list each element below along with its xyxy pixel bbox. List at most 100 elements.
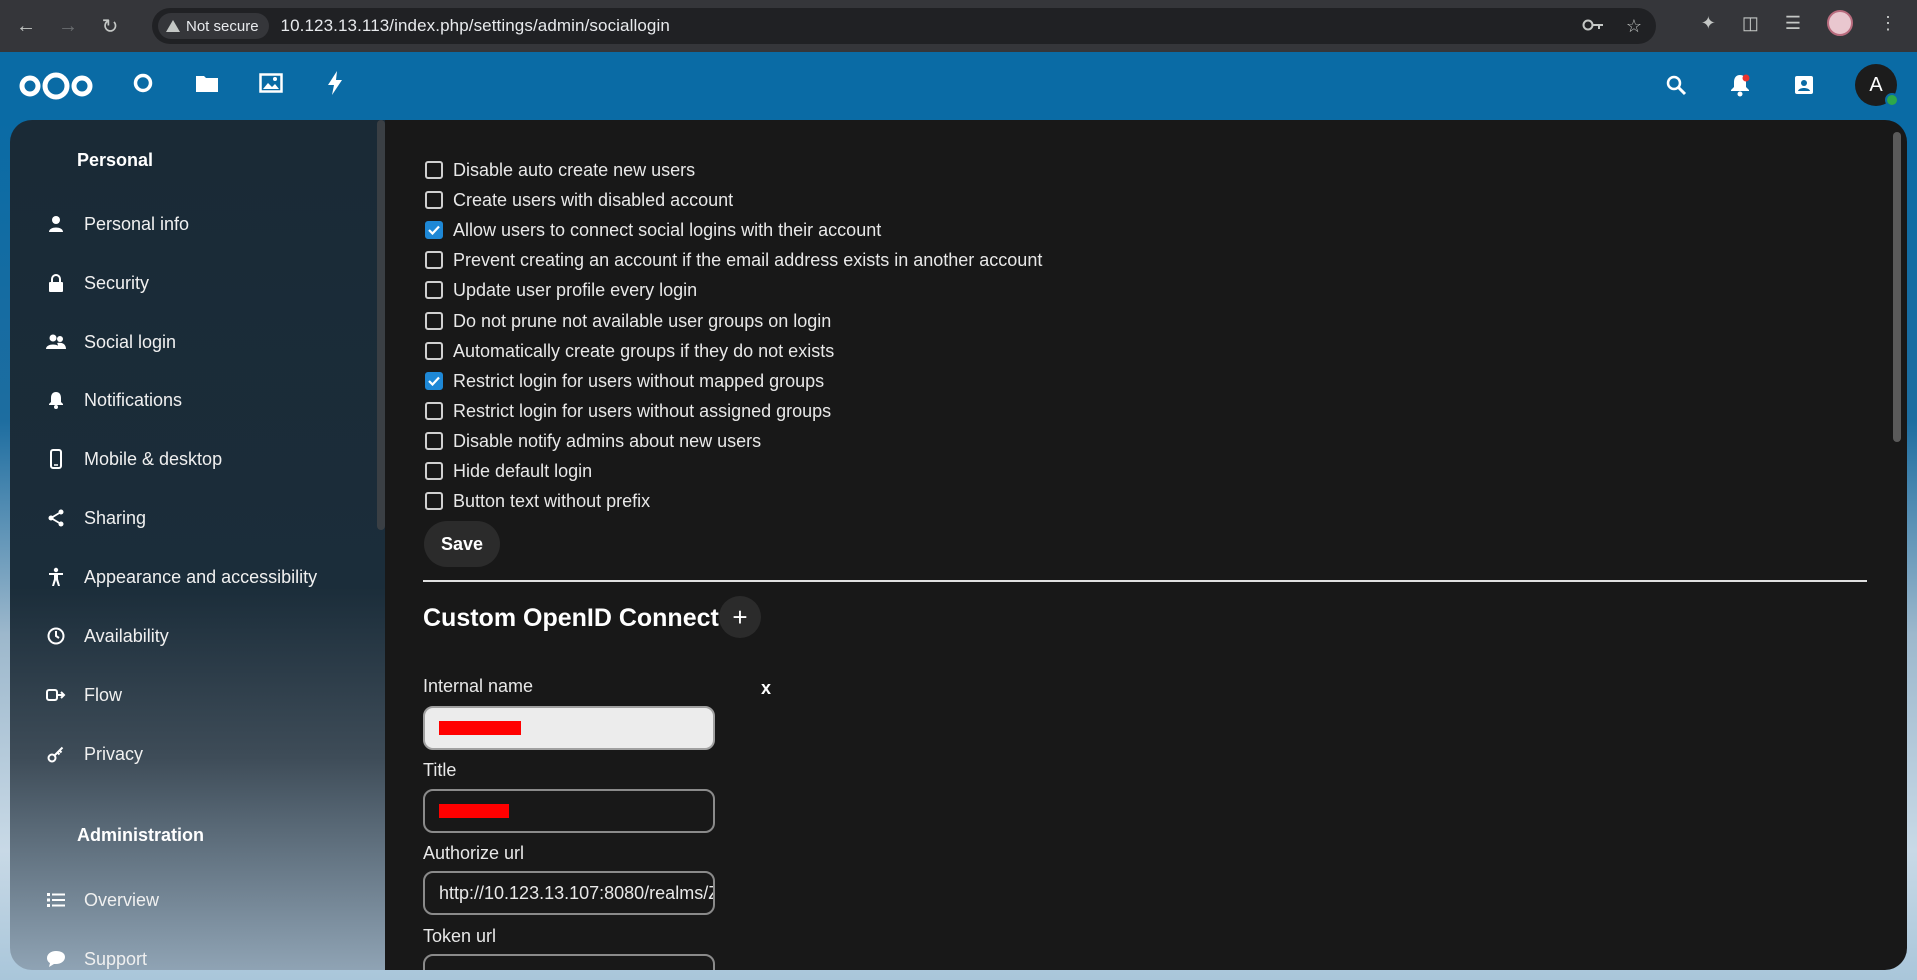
save-button[interactable]: Save [424, 521, 500, 567]
phone-icon [46, 449, 66, 469]
bookmark-star-icon[interactable]: ☆ [1626, 16, 1642, 37]
title-field[interactable] [423, 789, 715, 833]
administration-heading: Administration [77, 825, 205, 845]
photos-icon[interactable] [258, 70, 284, 96]
content-scrollbar[interactable] [1893, 132, 1901, 442]
internal-name-field[interactable] [423, 706, 715, 750]
list-icon [46, 890, 66, 910]
option-row[interactable]: Hide default login [425, 460, 592, 482]
password-key-icon[interactable] [1582, 16, 1604, 37]
sidebar-item-label: Mobile & desktop [84, 448, 223, 469]
sidebar-item-notifications[interactable]: Notifications [30, 378, 370, 422]
checkbox-checked[interactable] [425, 372, 443, 390]
notifications-bell-icon[interactable] [1727, 72, 1753, 98]
sidebar-item-availability[interactable]: Availability [30, 614, 370, 658]
address-bar[interactable]: Not secure 10.123.13.113/index.php/setti… [152, 8, 1656, 44]
security-label: Not secure [186, 17, 259, 35]
browser-menu-icon[interactable]: ⋮ [1879, 13, 1897, 34]
search-icon[interactable] [1663, 72, 1689, 98]
sidebar-item-personal-info[interactable]: Personal info [30, 202, 370, 246]
checkbox[interactable] [425, 251, 443, 269]
security-chip[interactable]: Not secure [158, 13, 269, 39]
back-arrow-icon[interactable]: ← [10, 10, 42, 42]
title-label: Title [423, 760, 457, 780]
sidebar-item-label: Notifications [84, 389, 183, 410]
settings-content: Disable auto create new users Create user… [385, 120, 1907, 970]
option-row[interactable]: Restrict login for users without assigne… [425, 400, 831, 422]
files-folder-icon[interactable] [194, 70, 220, 96]
option-label: Allow users to connect social logins wit… [453, 219, 882, 240]
avatar-initial: A [1869, 73, 1883, 96]
sidebar-item-social-login[interactable]: Social login [30, 320, 370, 364]
sidebar-item-label: Social login [84, 331, 177, 352]
option-row[interactable]: Update user profile every login [425, 279, 697, 301]
sidebar-scrollbar[interactable] [377, 120, 385, 530]
extension-leaf-icon[interactable]: ✦ [1701, 13, 1716, 34]
personal-heading: Personal [77, 150, 154, 170]
section-divider [423, 580, 1867, 582]
checkbox[interactable] [425, 312, 443, 330]
sidebar-item-flow[interactable]: Flow [30, 673, 370, 717]
option-row[interactable]: Do not prune not available user groups o… [425, 310, 831, 332]
checkbox[interactable] [425, 462, 443, 480]
sidebar-item-privacy[interactable]: Privacy [30, 732, 370, 776]
option-row[interactable]: Disable notify admins about new users [425, 430, 761, 452]
sidebar-item-overview[interactable]: Overview [30, 878, 370, 922]
checkbox[interactable] [425, 281, 443, 299]
checkbox[interactable] [425, 432, 443, 450]
url-text[interactable]: 10.123.13.113/index.php/settings/admin/s… [281, 16, 670, 36]
sidebar-item-sharing[interactable]: Sharing [30, 496, 370, 540]
option-label: Restrict login for users without mapped … [453, 370, 825, 391]
checkbox[interactable] [425, 161, 443, 179]
option-label: Disable notify admins about new users [453, 430, 762, 451]
nextcloud-logo[interactable] [18, 70, 94, 102]
sidebar-item-label: Support [84, 948, 148, 969]
option-row[interactable]: Allow users to connect social logins wit… [425, 219, 881, 241]
option-label: Do not prune not available user groups o… [453, 310, 832, 331]
contacts-icon[interactable] [1791, 72, 1817, 98]
token-url-label: Token url [423, 926, 497, 946]
option-row[interactable]: Automatically create groups if they do n… [425, 340, 834, 362]
forward-arrow-icon[interactable]: → [52, 10, 84, 42]
extensions-puzzle-icon[interactable]: ◫ [1742, 13, 1759, 34]
activity-bolt-icon[interactable] [322, 70, 348, 96]
reload-icon[interactable]: ↻ [94, 10, 126, 42]
remove-provider-button[interactable]: x [761, 678, 771, 699]
chat-icon [46, 949, 66, 969]
media-queue-icon[interactable]: ☰ [1785, 13, 1801, 34]
sidebar-item-label: Sharing [84, 507, 147, 528]
sidebar-item-appearance[interactable]: Appearance and accessibility [30, 555, 370, 599]
people-icon [46, 332, 66, 352]
dashboard-icon[interactable] [130, 70, 156, 96]
option-row[interactable]: Prevent creating an account if the email… [425, 249, 1042, 271]
option-label: Update user profile every login [453, 279, 698, 300]
option-label: Disable auto create new users [453, 159, 696, 180]
user-avatar[interactable]: A [1855, 64, 1899, 107]
checkbox[interactable] [425, 402, 443, 420]
settings-sidebar: Personal Personal info Security Social l… [10, 120, 385, 970]
option-row[interactable]: Disable auto create new users [425, 159, 695, 181]
sidebar-item-mobile-desktop[interactable]: Mobile & desktop [30, 437, 370, 481]
sidebar-item-security[interactable]: Security [30, 261, 370, 305]
share-icon [46, 508, 66, 528]
person-icon [46, 214, 66, 234]
option-label: Create users with disabled account [453, 189, 734, 210]
option-row[interactable]: Restrict login for users without mapped … [425, 370, 824, 392]
checkbox-checked[interactable] [425, 221, 443, 239]
accessibility-icon [46, 567, 66, 587]
checkbox[interactable] [425, 342, 443, 360]
sidebar-item-label: Flow [84, 684, 123, 705]
checkbox[interactable] [425, 191, 443, 209]
add-provider-button[interactable]: + [719, 596, 761, 638]
option-row[interactable]: Create users with disabled account [425, 189, 733, 211]
section-title: Custom OpenID Connect [423, 604, 719, 632]
checkbox[interactable] [425, 492, 443, 510]
option-row[interactable]: Button text without prefix [425, 490, 650, 512]
redacted-value [439, 804, 509, 818]
sidebar-item-support[interactable]: Support [30, 937, 370, 970]
browser-profile-avatar[interactable] [1827, 10, 1853, 36]
option-label: Restrict login for users without assigne… [453, 400, 832, 421]
browser-toolbar: ← → ↻ Not secure 10.123.13.113/index.php… [0, 0, 1917, 52]
authorize-url-field[interactable]: http://10.123.13.107:8080/realms/Zer... [423, 871, 715, 915]
token-url-field[interactable] [423, 954, 715, 970]
